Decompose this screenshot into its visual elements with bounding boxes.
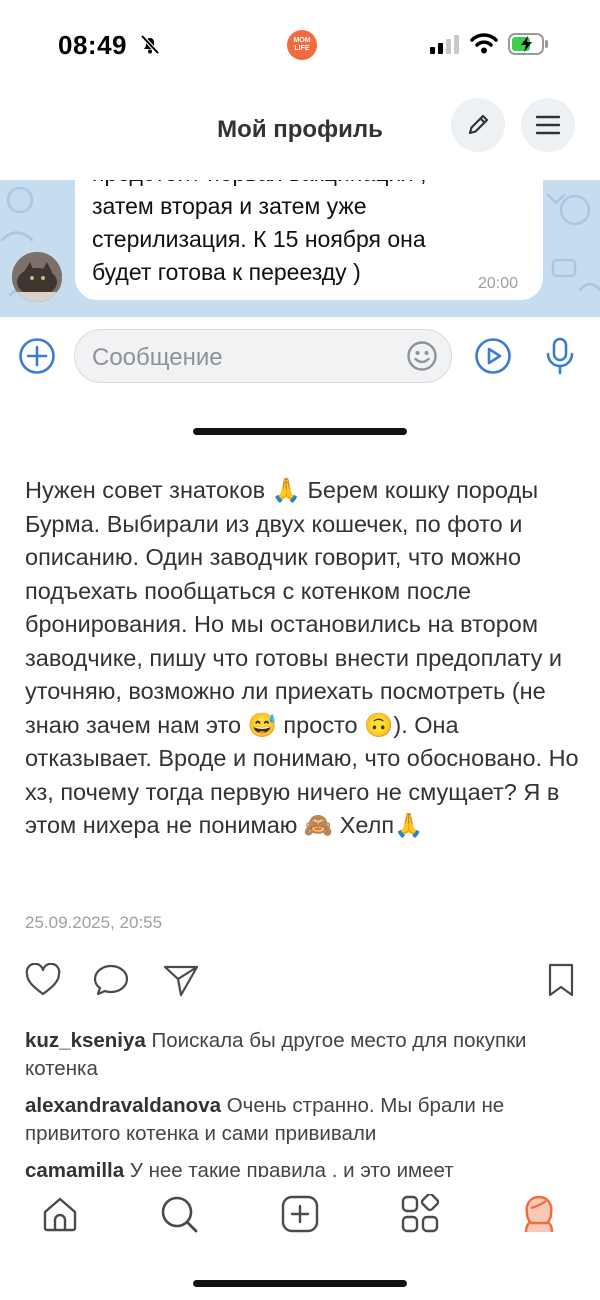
microphone-icon[interactable] (545, 336, 575, 376)
bottom-nav (0, 1178, 600, 1300)
post-date: 25.09.2025, 20:55 (25, 913, 163, 932)
comment-username[interactable]: kuz_kseniya (25, 1029, 146, 1052)
screenshot-home-indicator (193, 428, 407, 435)
edit-button[interactable] (451, 98, 505, 152)
play-circle-icon[interactable] (474, 337, 512, 375)
signal-icon (430, 35, 459, 54)
send-icon[interactable] (163, 963, 199, 997)
chat-sender-avatar (12, 252, 62, 302)
home-indicator (193, 1280, 407, 1287)
app-logo: MOM LIFE (287, 30, 317, 60)
chat-message-time: 20:00 (478, 275, 519, 292)
comment-item: camamilla У нее такие правила , и это им… (25, 1157, 575, 1177)
message-input-placeholder: Сообщение (92, 344, 223, 371)
comment-username[interactable]: camamilla (25, 1159, 124, 1177)
cat-photo-icon (12, 252, 62, 302)
chat-line: затем вторая и затем уже (92, 193, 367, 219)
bookmark-icon[interactable] (546, 963, 576, 997)
menu-icon (535, 115, 561, 135)
post-text: Нужен совет знатоков 🙏 Берем кошку пород… (25, 477, 579, 838)
comment-item: alexandravaldanova Очень странно. Мы бра… (25, 1092, 575, 1148)
battery-charging-icon (508, 33, 548, 55)
profile-avatar-icon[interactable] (518, 1194, 560, 1236)
emoji-icon[interactable] (406, 340, 438, 372)
bell-slash-icon (140, 34, 160, 55)
comment-text: У нее такие правила , и это имеет (129, 1159, 454, 1177)
chat-line: стерилизация. К 15 ноября она (92, 226, 426, 252)
plus-square-icon[interactable] (280, 1194, 320, 1234)
comment-icon[interactable] (93, 963, 129, 997)
comment-username[interactable]: alexandravaldanova (25, 1094, 221, 1117)
chat-message-text: предстоит первая вакцинация , затем втор… (92, 180, 512, 289)
status-time: 08:49 (58, 30, 127, 60)
heart-icon[interactable] (25, 963, 61, 997)
home-icon[interactable] (40, 1194, 80, 1234)
post-image-chat-screenshot[interactable]: предстоит первая вакцинация , затем втор… (0, 180, 600, 317)
apps-icon[interactable] (400, 1194, 440, 1234)
comment-item: kuz_kseniya Поискала бы другое место для… (25, 1027, 575, 1083)
chat-line: будет готова к переезду ) (92, 259, 361, 285)
add-circle-icon[interactable] (18, 337, 56, 375)
chat-line: предстоит первая вакцинация , (92, 180, 512, 190)
wifi-icon (470, 33, 498, 54)
search-icon[interactable] (159, 1194, 199, 1234)
menu-button[interactable] (521, 98, 575, 152)
page-title: Мой профиль (217, 116, 383, 143)
status-bar: 08:49 MOM LIFE (0, 0, 600, 90)
pencil-icon (468, 114, 489, 135)
